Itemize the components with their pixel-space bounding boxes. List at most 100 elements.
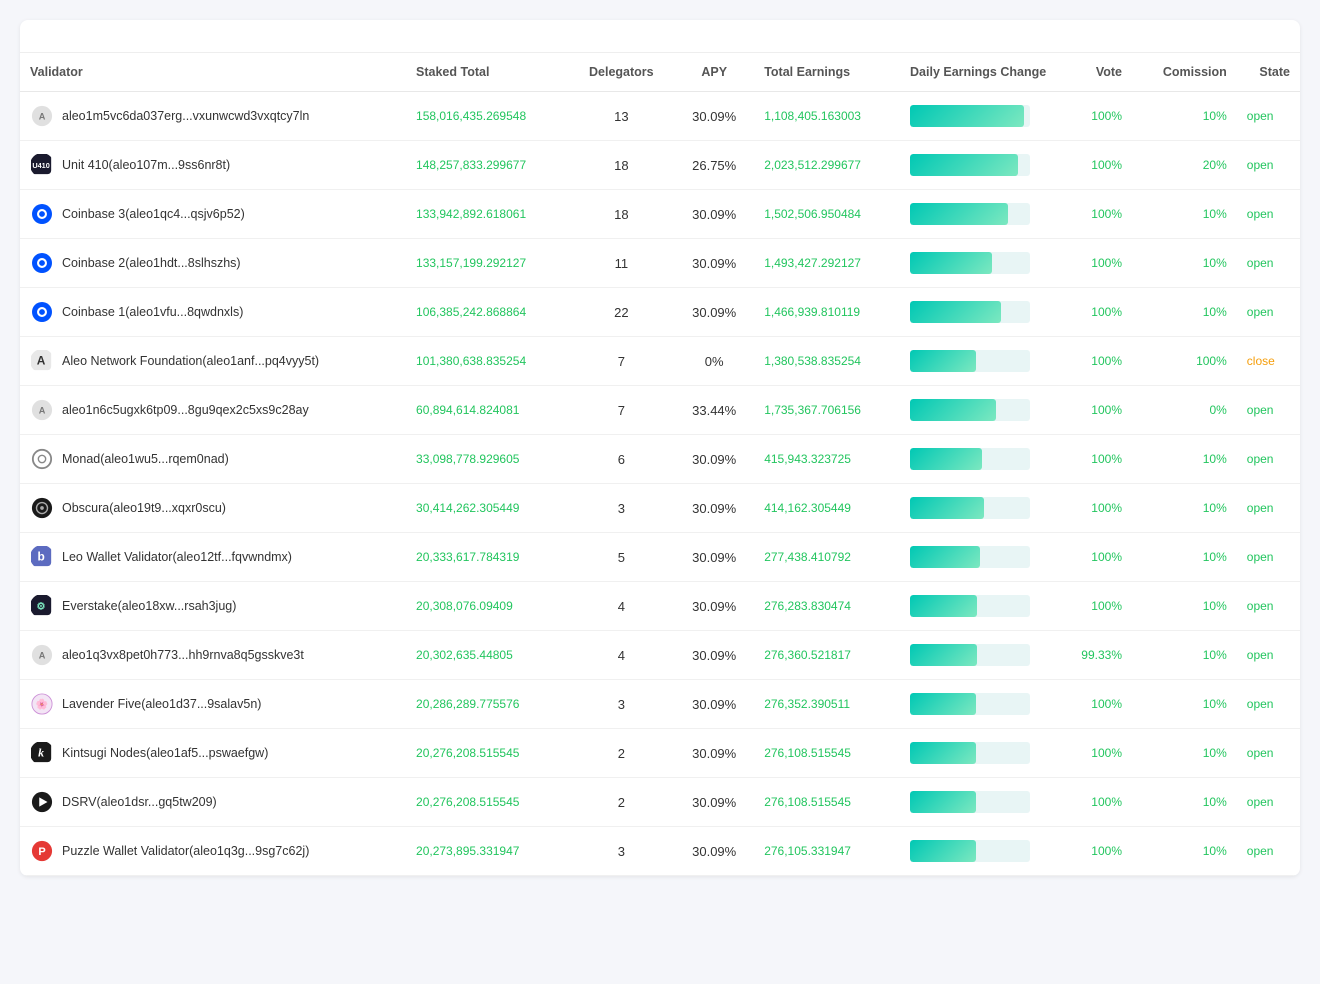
bar-fill-6 — [910, 399, 996, 421]
table-row[interactable]: A aleo1q3vx8pet0h773...hh9rnva8q5gsskve3… — [20, 631, 1300, 680]
commission-cell-11: 10% — [1132, 631, 1237, 680]
svg-text:⚙: ⚙ — [37, 602, 46, 613]
table-row[interactable]: 🌸 Lavender Five(aleo1d37...9salav5n) 20,… — [20, 680, 1300, 729]
validator-name-13: Kintsugi Nodes(aleo1af5...pswaefgw) — [62, 746, 268, 760]
bar-fill-11 — [910, 644, 977, 666]
validator-cell-3: Coinbase 2(aleo1hdt...8slhszhs) — [20, 239, 406, 288]
bar-cell-4 — [900, 288, 1056, 337]
table-row[interactable]: A Aleo Network Foundation(aleo1anf...pq4… — [20, 337, 1300, 386]
bar-fill-3 — [910, 252, 992, 274]
bar-bg-2 — [910, 203, 1030, 225]
apy-cell-3: 30.09% — [674, 239, 754, 288]
total-earnings-cell-3: 1,493,427.292127 — [754, 239, 900, 288]
state-cell-13: open — [1237, 729, 1300, 778]
delegators-cell-6: 7 — [569, 386, 675, 435]
total-earnings-cell-11: 276,360.521817 — [754, 631, 900, 680]
bar-cell-13 — [900, 729, 1056, 778]
vote-cell-5: 100% — [1056, 337, 1132, 386]
state-cell-15: open — [1237, 827, 1300, 876]
validator-cell-9: b Leo Wallet Validator(aleo12tf...fqvwnd… — [20, 533, 406, 582]
table-row[interactable]: U410 Unit 410(aleo107m...9ss6nr8t) 148,2… — [20, 141, 1300, 190]
svg-text:A: A — [39, 651, 46, 661]
state-cell-1: open — [1237, 141, 1300, 190]
apy-cell-12: 30.09% — [674, 680, 754, 729]
table-row[interactable]: b Leo Wallet Validator(aleo12tf...fqvwnd… — [20, 533, 1300, 582]
validator-icon-0: A — [30, 104, 54, 128]
state-cell-14: open — [1237, 778, 1300, 827]
bar-bg-6 — [910, 399, 1030, 421]
validator-name-11: aleo1q3vx8pet0h773...hh9rnva8q5gsskve3t — [62, 648, 304, 662]
bar-bg-8 — [910, 497, 1030, 519]
validator-icon-2 — [30, 202, 54, 226]
validator-name-5: Aleo Network Foundation(aleo1anf...pq4vy… — [62, 354, 319, 368]
validator-cell-7: Monad(aleo1wu5...rqem0nad) — [20, 435, 406, 484]
bar-cell-7 — [900, 435, 1056, 484]
table-row[interactable]: Coinbase 2(aleo1hdt...8slhszhs) 133,157,… — [20, 239, 1300, 288]
col-validator: Validator — [20, 53, 406, 92]
table-row[interactable]: Obscura(aleo19t9...xqxr0scu) 30,414,262.… — [20, 484, 1300, 533]
validator-name-14: DSRV(aleo1dsr...gq5tw209) — [62, 795, 217, 809]
bar-cell-12 — [900, 680, 1056, 729]
col-apy[interactable]: APY — [674, 53, 754, 92]
commission-cell-14: 10% — [1132, 778, 1237, 827]
staked-cell-15: 20,273,895.331947 — [406, 827, 568, 876]
validator-cell-1: U410 Unit 410(aleo107m...9ss6nr8t) — [20, 141, 406, 190]
total-earnings-cell-8: 414,162.305449 — [754, 484, 900, 533]
validator-icon-9: b — [30, 545, 54, 569]
validator-cell-14: DSRV(aleo1dsr...gq5tw209) — [20, 778, 406, 827]
state-cell-2: open — [1237, 190, 1300, 239]
delegators-cell-11: 4 — [569, 631, 675, 680]
staked-cell-8: 30,414,262.305449 — [406, 484, 568, 533]
commission-cell-7: 10% — [1132, 435, 1237, 484]
table-row[interactable]: ⚙ Everstake(aleo18xw...rsah3jug) 20,308,… — [20, 582, 1300, 631]
col-daily-earnings[interactable]: Daily Earnings Change — [900, 53, 1056, 92]
bar-fill-14 — [910, 791, 976, 813]
vote-cell-15: 100% — [1056, 827, 1132, 876]
total-earnings-cell-13: 276,108.515545 — [754, 729, 900, 778]
table-row[interactable]: P Puzzle Wallet Validator(aleo1q3g...9sg… — [20, 827, 1300, 876]
apy-cell-6: 33.44% — [674, 386, 754, 435]
table-row[interactable]: Coinbase 1(aleo1vfu...8qwdnxls) 106,385,… — [20, 288, 1300, 337]
vote-cell-1: 100% — [1056, 141, 1132, 190]
bar-cell-14 — [900, 778, 1056, 827]
vote-cell-7: 100% — [1056, 435, 1132, 484]
col-commission[interactable]: Comission — [1132, 53, 1237, 92]
validator-cell-13: k Kintsugi Nodes(aleo1af5...pswaefgw) — [20, 729, 406, 778]
svg-text:A: A — [37, 354, 46, 368]
vote-cell-3: 100% — [1056, 239, 1132, 288]
staked-cell-0: 158,016,435.269548 — [406, 92, 568, 141]
svg-text:b: b — [37, 550, 44, 564]
table-row[interactable]: A aleo1n6c5ugxk6tp09...8gu9qex2c5xs9c28a… — [20, 386, 1300, 435]
validator-icon-5: A — [30, 349, 54, 373]
bar-cell-10 — [900, 582, 1056, 631]
svg-text:P: P — [38, 846, 45, 858]
commission-cell-15: 10% — [1132, 827, 1237, 876]
delegators-cell-0: 13 — [569, 92, 675, 141]
state-cell-8: open — [1237, 484, 1300, 533]
validator-cell-5: A Aleo Network Foundation(aleo1anf...pq4… — [20, 337, 406, 386]
table-row[interactable]: DSRV(aleo1dsr...gq5tw209) 20,276,208.515… — [20, 778, 1300, 827]
commission-cell-10: 10% — [1132, 582, 1237, 631]
validator-icon-10: ⚙ — [30, 594, 54, 618]
table-row[interactable]: A aleo1m5vc6da037erg...vxunwcwd3vxqtcy7l… — [20, 92, 1300, 141]
col-delegators[interactable]: Delegators — [569, 53, 675, 92]
col-vote[interactable]: Vote — [1056, 53, 1132, 92]
col-total-earnings[interactable]: Total Earnings — [754, 53, 900, 92]
state-cell-3: open — [1237, 239, 1300, 288]
table-row[interactable]: Monad(aleo1wu5...rqem0nad) 33,098,778.92… — [20, 435, 1300, 484]
table-row[interactable]: k Kintsugi Nodes(aleo1af5...pswaefgw) 20… — [20, 729, 1300, 778]
col-state[interactable]: State — [1237, 53, 1300, 92]
total-earnings-cell-7: 415,943.323725 — [754, 435, 900, 484]
commission-cell-8: 10% — [1132, 484, 1237, 533]
total-earnings-cell-10: 276,283.830474 — [754, 582, 900, 631]
vote-cell-13: 100% — [1056, 729, 1132, 778]
validator-cell-4: Coinbase 1(aleo1vfu...8qwdnxls) — [20, 288, 406, 337]
table-row[interactable]: Coinbase 3(aleo1qc4...qsjv6p52) 133,942,… — [20, 190, 1300, 239]
bar-cell-5 — [900, 337, 1056, 386]
validator-name-8: Obscura(aleo19t9...xqxr0scu) — [62, 501, 226, 515]
vote-cell-12: 100% — [1056, 680, 1132, 729]
state-cell-6: open — [1237, 386, 1300, 435]
state-cell-4: open — [1237, 288, 1300, 337]
validator-name-9: Leo Wallet Validator(aleo12tf...fqvwndmx… — [62, 550, 292, 564]
col-staked[interactable]: Staked Total — [406, 53, 568, 92]
